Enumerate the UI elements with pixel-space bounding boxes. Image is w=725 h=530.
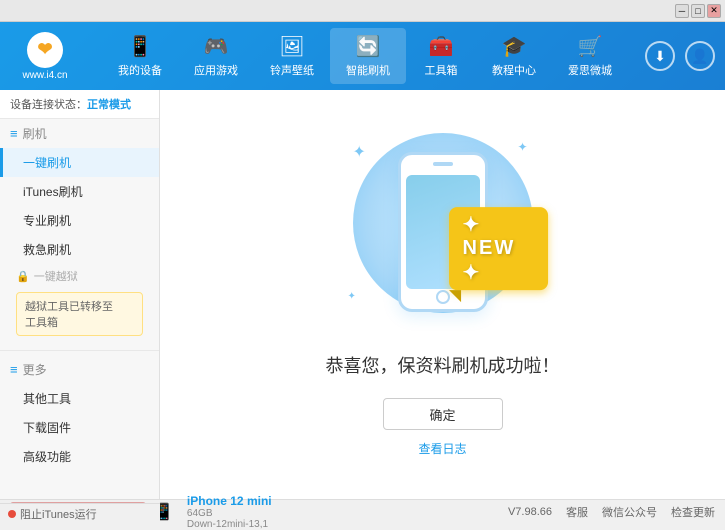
sidebar-item-download-fw[interactable]: 下载固件 bbox=[0, 413, 159, 442]
sidebar-item-itunes-flash[interactable]: iTunes刷机 bbox=[0, 177, 159, 206]
device-storage: 64GB bbox=[187, 508, 272, 519]
sidebar-item-pro-flash[interactable]: 专业刷机 bbox=[0, 206, 159, 235]
success-illustration: ✦ NEW ✦ ✦ ✦ ✦ bbox=[333, 132, 553, 332]
jailbreak-lock-icon: 🔒 bbox=[16, 270, 30, 283]
apps-games-icon: 🎮 bbox=[204, 34, 229, 59]
nav-wallpaper[interactable]: 🖼 铃声壁纸 bbox=[254, 28, 330, 84]
nav-apps-games[interactable]: 🎮 应用游戏 bbox=[178, 28, 254, 84]
sidebar-section-flash: ≡ 刷机 一键刷机 iTunes刷机 专业刷机 救急刷机 bbox=[0, 119, 159, 264]
minimize-button[interactable]: ─ bbox=[675, 4, 689, 18]
window-controls[interactable]: ─ □ ✕ bbox=[675, 4, 721, 18]
device-model: Down-12mini-13,1 bbox=[187, 519, 272, 530]
main-area: 设备连接状态：正常模式 ≡ 刷机 一键刷机 iTunes刷机 专业刷机 救急刷机 bbox=[0, 90, 725, 499]
content-area: ✦ NEW ✦ ✦ ✦ ✦ 恭喜您，保资料刷机成功啦！ 确定 查看日志 bbox=[160, 90, 725, 499]
more-category-label: 更多 bbox=[23, 361, 47, 378]
logo: ❤ www.i4.cn bbox=[10, 32, 80, 81]
header: ❤ www.i4.cn 📱 我的设备 🎮 应用游戏 🖼 铃声壁纸 🔄 智能刷机 … bbox=[0, 22, 725, 90]
wechat-link[interactable]: 微信公众号 bbox=[602, 504, 657, 520]
tutorial-icon: 🎓 bbox=[502, 34, 527, 59]
nav-my-device-label: 我的设备 bbox=[118, 62, 162, 78]
nav-smart-flash-label: 智能刷机 bbox=[346, 62, 390, 78]
confirm-button[interactable]: 确定 bbox=[383, 398, 503, 430]
sidebar-category-more: ≡ 更多 bbox=[0, 355, 159, 384]
sidebar-category-flash: ≡ 刷机 bbox=[0, 119, 159, 148]
nav-smart-flash[interactable]: 🔄 智能刷机 bbox=[330, 28, 406, 84]
toolbox-icon: 🧰 bbox=[429, 34, 454, 59]
logo-text: www.i4.cn bbox=[22, 70, 67, 81]
new-badge-text: ✦ NEW ✦ bbox=[449, 207, 548, 290]
nav-wallpaper-label: 铃声壁纸 bbox=[270, 62, 314, 78]
close-button[interactable]: ✕ bbox=[707, 4, 721, 18]
itunes-status-text: 阻止iTunes运行 bbox=[20, 506, 97, 522]
smart-flash-icon: 🔄 bbox=[356, 34, 381, 59]
device-name: iPhone 12 mini bbox=[187, 494, 272, 508]
nav-tutorial[interactable]: 🎓 教程中心 bbox=[476, 28, 552, 84]
itunes-dot bbox=[8, 510, 16, 518]
nav-weidian[interactable]: 🛒 爱思微城 bbox=[552, 28, 628, 84]
nav-toolbox-label: 工具箱 bbox=[425, 62, 458, 78]
star-decoration-1: ✦ bbox=[353, 142, 366, 162]
nav-toolbox[interactable]: 🧰 工具箱 bbox=[406, 28, 476, 84]
star-decoration-3: ✦ bbox=[348, 291, 356, 302]
logo-icon: ❤ bbox=[27, 32, 63, 68]
nav-apps-games-label: 应用游戏 bbox=[194, 62, 238, 78]
jailbreak-notice: 越狱工具已转移至工具箱 bbox=[16, 292, 143, 336]
wallpaper-icon: 🖼 bbox=[279, 34, 304, 59]
sidebar-item-save-flash[interactable]: 救急刷机 bbox=[0, 235, 159, 264]
maximize-button[interactable]: □ bbox=[691, 4, 705, 18]
header-right-buttons[interactable]: ⬇ 👤 bbox=[645, 41, 715, 71]
success-message: 恭喜您，保资料刷机成功啦！ bbox=[326, 352, 560, 378]
weidian-icon: 🛒 bbox=[578, 34, 603, 59]
my-device-icon: 📱 bbox=[128, 34, 153, 59]
phone-home-button bbox=[436, 290, 450, 304]
guide-link[interactable]: 查看日志 bbox=[418, 440, 466, 457]
ribbon-tail-left bbox=[449, 290, 461, 302]
nav-weidian-label: 爱思微城 bbox=[568, 62, 612, 78]
flash-category-label: 刷机 bbox=[23, 125, 47, 142]
sidebar-item-advanced[interactable]: 高级功能 bbox=[0, 442, 159, 471]
support-link[interactable]: 客服 bbox=[566, 504, 588, 520]
flash-category-icon: ≡ bbox=[10, 126, 18, 141]
nav-tutorial-label: 教程中心 bbox=[492, 62, 536, 78]
phone-notch bbox=[433, 162, 453, 166]
bottom-right: V7.98.66 客服 微信公众号 检查更新 bbox=[508, 504, 715, 520]
check-update-link[interactable]: 检查更新 bbox=[671, 504, 715, 520]
sidebar-item-one-key-flash[interactable]: 一键刷机 bbox=[0, 148, 159, 177]
device-status-value: 正常模式 bbox=[87, 99, 131, 111]
star-decoration-2: ✦ bbox=[517, 140, 527, 154]
nav-bar: 📱 我的设备 🎮 应用游戏 🖼 铃声壁纸 🔄 智能刷机 🧰 工具箱 🎓 教程中心… bbox=[95, 28, 635, 84]
jailbreak-category: 🔒 一键越狱 bbox=[8, 264, 151, 288]
sidebar-section-more: ≡ 更多 其他工具 下载固件 高级功能 bbox=[0, 355, 159, 471]
download-button[interactable]: ⬇ bbox=[645, 41, 675, 71]
more-category-icon: ≡ bbox=[10, 362, 18, 377]
sidebar-divider bbox=[0, 350, 159, 351]
jailbreak-notice-container: 🔒 一键越狱 越狱工具已转移至工具箱 bbox=[0, 264, 159, 346]
version-text: V7.98.66 bbox=[508, 506, 552, 518]
sidebar-item-other-tools[interactable]: 其他工具 bbox=[0, 384, 159, 413]
device-status: 设备连接状态：正常模式 bbox=[0, 90, 159, 119]
device-info: iPhone 12 mini 64GB Down-12mini-13,1 bbox=[187, 494, 272, 530]
title-bar: ─ □ ✕ bbox=[0, 0, 725, 22]
nav-my-device[interactable]: 📱 我的设备 bbox=[102, 28, 178, 84]
new-banner: ✦ NEW ✦ bbox=[449, 207, 548, 290]
itunes-status: 阻止iTunes运行 bbox=[0, 503, 160, 523]
device-status-label: 设备连接状态： bbox=[10, 99, 87, 111]
sidebar: 设备连接状态：正常模式 ≡ 刷机 一键刷机 iTunes刷机 专业刷机 救急刷机 bbox=[0, 90, 160, 499]
user-button[interactable]: 👤 bbox=[685, 41, 715, 71]
